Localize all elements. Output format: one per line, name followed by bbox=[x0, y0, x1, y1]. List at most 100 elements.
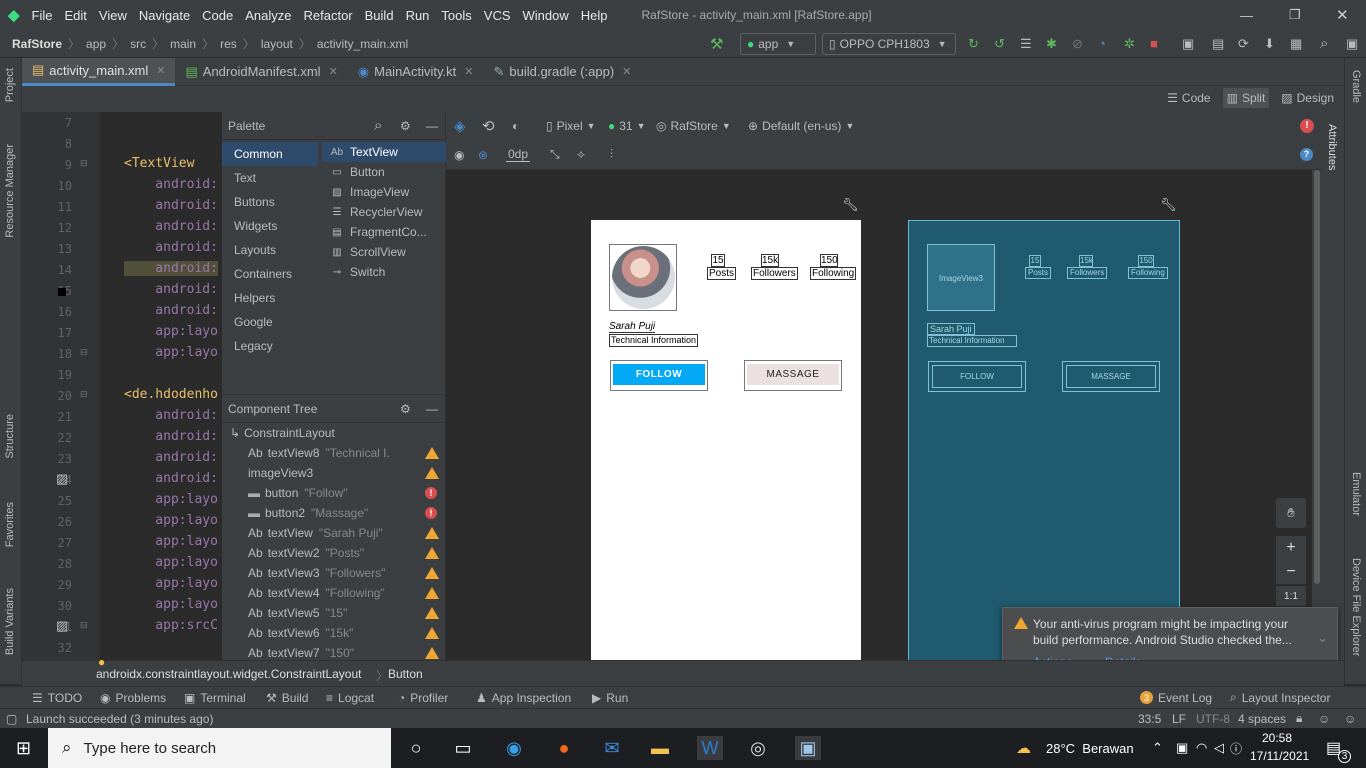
apply-code-changes-icon[interactable]: ↺ bbox=[994, 36, 1005, 52]
infer-constraints-icon[interactable]: ✧ bbox=[576, 148, 586, 162]
warning-icon[interactable] bbox=[425, 647, 439, 659]
palette-category-containers[interactable]: Containers bbox=[222, 262, 318, 286]
clear-constraints-icon[interactable]: ⤡ bbox=[550, 147, 560, 162]
tool-profiler[interactable]: ◔ Profiler bbox=[398, 691, 448, 705]
wrench-icon[interactable]: 🔧︎ bbox=[1160, 197, 1177, 213]
default-margin[interactable]: 0dp bbox=[506, 147, 531, 162]
zoom-out-icon[interactable]: − bbox=[1276, 560, 1306, 584]
breakpoint-marker[interactable] bbox=[58, 288, 66, 296]
help-icon[interactable]: ? bbox=[1300, 148, 1313, 161]
minimize-panel-icon[interactable]: — bbox=[426, 119, 438, 133]
palette-category-layouts[interactable]: Layouts bbox=[222, 238, 318, 262]
warning-icon[interactable] bbox=[425, 567, 439, 579]
palette-category-text[interactable]: Text bbox=[222, 166, 318, 190]
massage-button[interactable]: MASSAGE bbox=[744, 360, 842, 391]
search-icon[interactable]: ⌕ bbox=[374, 117, 382, 134]
tool-resource-manager[interactable]: Resource Manager bbox=[4, 144, 16, 238]
tree-row[interactable]: Ab textView5 "15" bbox=[248, 603, 448, 623]
palette-category-common[interactable]: Common bbox=[222, 142, 318, 166]
fold-icon[interactable]: ⊟ bbox=[80, 389, 88, 400]
warning-icon[interactable] bbox=[425, 527, 439, 539]
sync-icon[interactable]: ⟳ bbox=[1238, 36, 1249, 52]
line-separator[interactable]: LF bbox=[1172, 712, 1186, 726]
language-icon[interactable]: ⓘ bbox=[1230, 740, 1242, 757]
tree-root[interactable]: ↳ ConstraintLayout bbox=[230, 423, 430, 443]
clock-date[interactable]: 17/11/2021 bbox=[1250, 749, 1309, 763]
menu-navigate[interactable]: Navigate bbox=[139, 8, 190, 23]
blueprint-massage-button[interactable]: MASSAGE bbox=[1062, 361, 1160, 392]
menu-view[interactable]: View bbox=[99, 8, 127, 23]
breadcrumb-app[interactable]: app bbox=[86, 37, 106, 51]
weather-icon[interactable]: ☁ bbox=[1016, 739, 1031, 757]
tool-favorites[interactable]: Favorites bbox=[4, 502, 16, 547]
tool-app-inspection[interactable]: ♟ App Inspection bbox=[476, 691, 571, 705]
face-icon[interactable]: ☺ bbox=[1344, 712, 1356, 726]
tab-activity-main[interactable]: ▤ activity_main.xml ✕ bbox=[22, 57, 176, 86]
breadcrumb-layout-class[interactable]: androidx.constraintlayout.widget.Constra… bbox=[96, 667, 362, 681]
windows-start-icon[interactable]: ⊞ bbox=[16, 738, 31, 759]
blueprint-imageview[interactable]: ImageView3 bbox=[927, 244, 995, 311]
menu-window[interactable]: Window bbox=[523, 8, 569, 23]
apply-changes-icon[interactable]: ↻ bbox=[968, 36, 979, 52]
menu-edit[interactable]: Edit bbox=[65, 8, 87, 23]
minimize-icon[interactable]: — bbox=[1240, 8, 1253, 23]
breadcrumb-res[interactable]: res bbox=[220, 37, 237, 51]
close-tab-icon[interactable]: ✕ bbox=[622, 65, 631, 78]
warning-icon[interactable] bbox=[425, 447, 439, 459]
palette-category-buttons[interactable]: Buttons bbox=[222, 190, 318, 214]
minimize-panel-icon[interactable]: — bbox=[426, 402, 438, 416]
obs-icon[interactable]: ◎ bbox=[745, 736, 771, 760]
tool-event-log[interactable]: 3 Event Log bbox=[1140, 691, 1212, 705]
profile-avatar[interactable] bbox=[609, 244, 677, 311]
hammer-icon[interactable]: ⚒ bbox=[710, 35, 723, 53]
guidelines-icon[interactable]: ⫶ bbox=[610, 147, 613, 162]
tree-row[interactable]: ▬ button2 "Massage" bbox=[248, 503, 448, 523]
palette-category-legacy[interactable]: Legacy bbox=[222, 334, 318, 358]
theme-select[interactable]: ◎ RafStore ▼ bbox=[656, 119, 731, 133]
menu-vcs[interactable]: VCS bbox=[484, 8, 511, 23]
taskbar-search[interactable]: ⌕ Type here to search bbox=[48, 728, 391, 768]
wrench-icon[interactable]: 🔧︎ bbox=[842, 197, 859, 213]
fold-icon[interactable]: ⊟ bbox=[80, 620, 88, 631]
search-icon[interactable]: ⌕ bbox=[1320, 35, 1328, 52]
tab-android-manifest[interactable]: ▤ AndroidManifest.xml ✕ bbox=[175, 58, 347, 86]
profile-icon[interactable]: ⊘ bbox=[1072, 36, 1083, 52]
warning-icon[interactable] bbox=[425, 587, 439, 599]
night-mode-icon[interactable]: ◐ bbox=[512, 119, 519, 133]
design-preview[interactable]: 15 Posts 15k Followers 150 Following Sar… bbox=[591, 220, 861, 662]
warning-icon[interactable] bbox=[425, 547, 439, 559]
tree-row[interactable]: Ab textView4 "Following" bbox=[248, 583, 448, 603]
tool-gradle[interactable]: Gradle bbox=[1350, 70, 1362, 103]
palette-category-google[interactable]: Google bbox=[222, 310, 318, 334]
close-tab-icon[interactable]: ✕ bbox=[156, 64, 165, 77]
menu-build[interactable]: Build bbox=[365, 8, 394, 23]
palette-category-widgets[interactable]: Widgets bbox=[222, 214, 318, 238]
list-icon[interactable]: ☰ bbox=[1020, 36, 1032, 52]
lock-icon[interactable]: 🔒︎ bbox=[1296, 711, 1302, 726]
tool-run[interactable]: ▶ Run bbox=[592, 691, 628, 705]
encoding[interactable]: UTF-8 bbox=[1196, 712, 1230, 726]
tree-row[interactable]: imageView3 bbox=[248, 463, 448, 483]
error-icon[interactable]: ! bbox=[425, 487, 437, 499]
tool-project[interactable]: Project bbox=[4, 68, 16, 102]
maximize-icon[interactable]: ❐ bbox=[1289, 7, 1301, 23]
palette-item-textview[interactable]: Ab TextView bbox=[322, 142, 446, 162]
palette-item-fragment[interactable]: ▤ FragmentCo... bbox=[322, 222, 446, 242]
debug-icon[interactable]: ✱ bbox=[1046, 36, 1057, 52]
face-icon[interactable]: ☺ bbox=[1318, 712, 1330, 726]
fold-icon[interactable]: ⊟ bbox=[80, 158, 88, 169]
pan-icon[interactable]: ✋︎ bbox=[1276, 498, 1306, 528]
tree-row[interactable]: Ab textView "Sarah Puji" bbox=[248, 523, 448, 543]
tool-structure[interactable]: Structure bbox=[4, 414, 16, 459]
layers-icon[interactable]: ◈ bbox=[454, 117, 466, 135]
tool-terminal[interactable]: ▣ Terminal bbox=[184, 691, 246, 705]
file-explorer-icon[interactable]: ▬ bbox=[647, 736, 673, 760]
tool-attributes[interactable]: Attributes bbox=[1326, 124, 1338, 170]
stop-icon[interactable]: ■ bbox=[1150, 36, 1158, 51]
android-studio-icon[interactable]: ▣ bbox=[795, 736, 821, 760]
zoom-reset-button[interactable]: 1:1 bbox=[1276, 586, 1306, 606]
task-view-icon[interactable]: ▭ bbox=[450, 736, 476, 760]
palette-item-recyclerview[interactable]: ☰ RecyclerView bbox=[322, 202, 446, 222]
breadcrumb-file[interactable]: activity_main.xml bbox=[317, 37, 408, 51]
menu-tools[interactable]: Tools bbox=[441, 8, 471, 23]
